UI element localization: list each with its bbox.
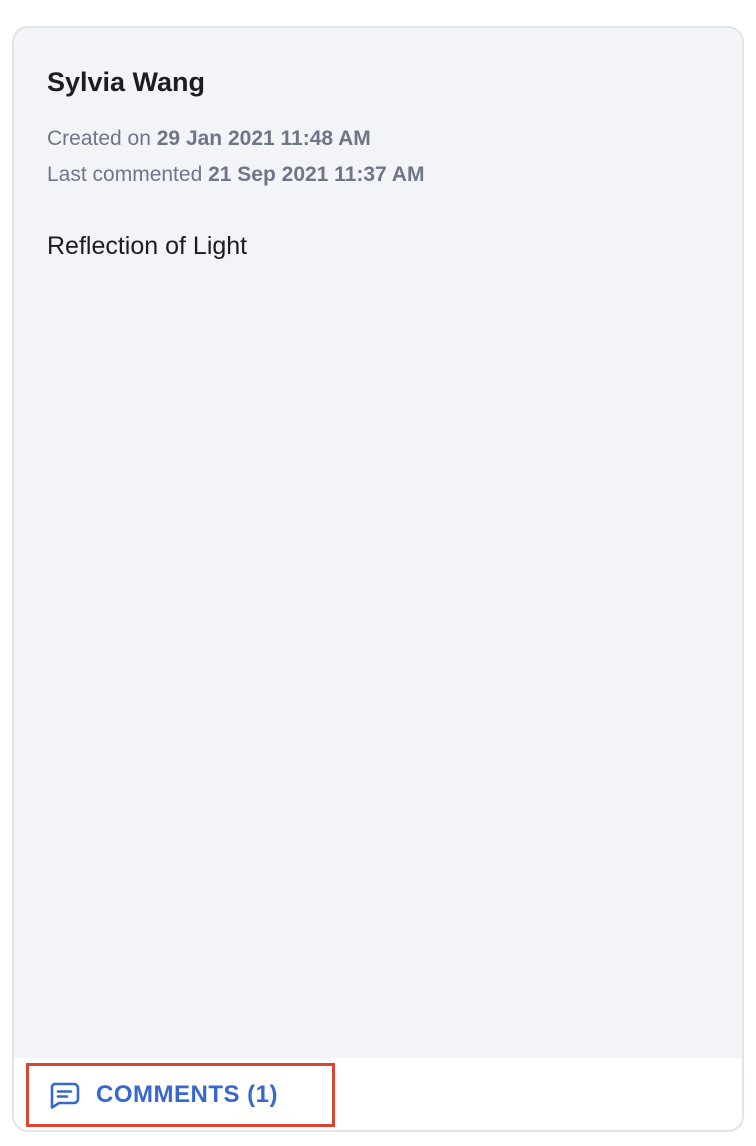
card-body: Sylvia Wang Created on 29 Jan 2021 11:48… xyxy=(14,28,742,1060)
last-commented-label: Last commented xyxy=(47,163,203,186)
created-info: Created on 29 Jan 2021 11:48 AM xyxy=(47,126,371,152)
created-label: Created on xyxy=(47,127,151,150)
comments-button[interactable]: COMMENTS (1) xyxy=(26,1063,335,1127)
last-commented-date: 21 Sep 2021 11:37 AM xyxy=(208,163,425,186)
created-date: 29 Jan 2021 11:48 AM xyxy=(156,127,371,150)
post-topic: Reflection of Light xyxy=(47,232,248,260)
post-card: Sylvia Wang Created on 29 Jan 2021 11:48… xyxy=(12,26,744,1132)
card-footer: COMMENTS (1) xyxy=(14,1058,742,1130)
comment-icon xyxy=(48,1080,80,1110)
comments-label: COMMENTS (1) xyxy=(96,1081,278,1108)
last-commented-info: Last commented 21 Sep 2021 11:37 AM xyxy=(47,162,424,188)
author-name: Sylvia Wang xyxy=(47,67,206,97)
